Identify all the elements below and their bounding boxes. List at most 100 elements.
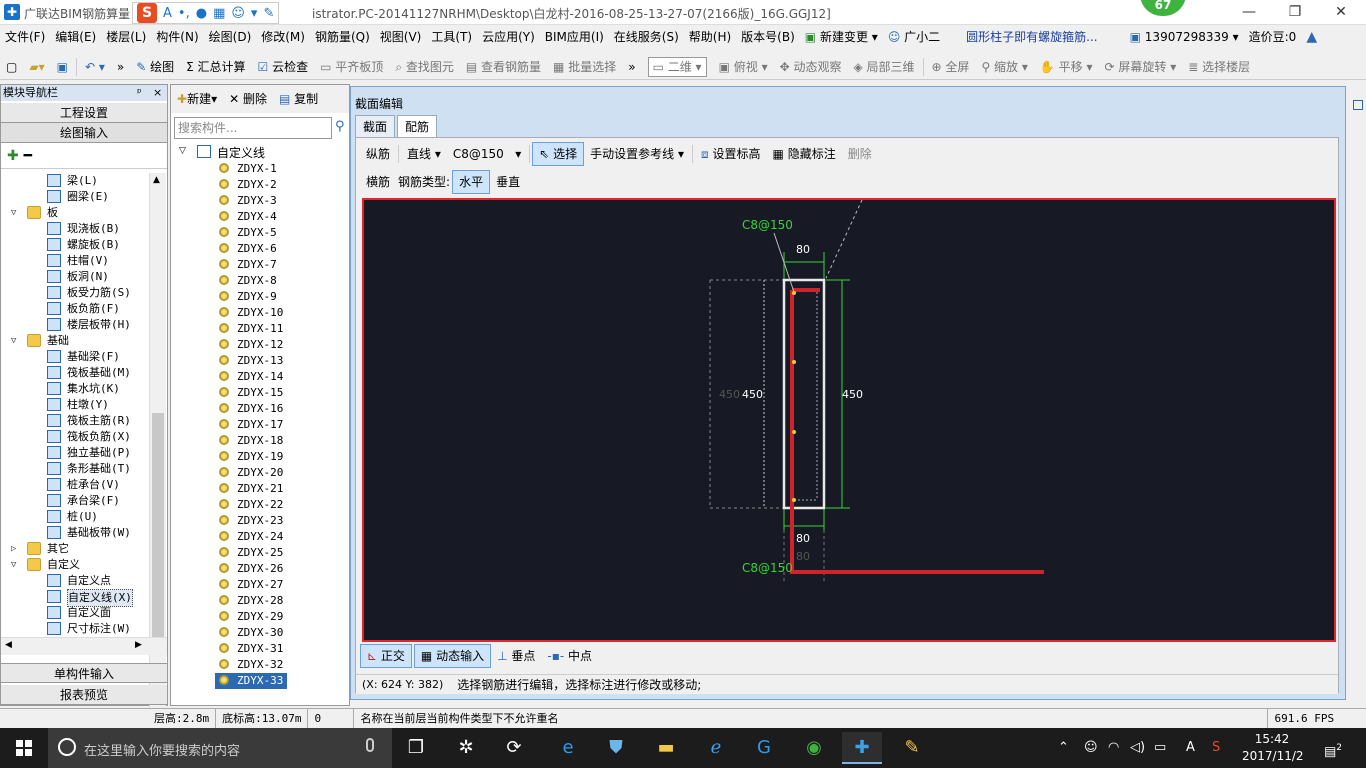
new-change-menu[interactable]: ▣ 新建变更 ▾ [800, 25, 883, 50]
restore-button[interactable]: ❐ [1272, 0, 1318, 25]
component-list-item[interactable]: ZDYX-14 [219, 369, 283, 385]
menu-item[interactable]: 在线服务(S) [609, 25, 684, 50]
menu-item[interactable]: 绘图(D) [204, 25, 257, 50]
component-root-label[interactable]: 自定义线 [217, 144, 265, 161]
component-list-item[interactable]: ZDYX-33 [215, 673, 288, 689]
single-input-button[interactable]: 单构件输入 [1, 663, 167, 683]
component-list-item[interactable]: ZDYX-27 [219, 577, 283, 593]
pin-icon[interactable]: ᵖ [137, 85, 142, 101]
right-edge-scrollbar[interactable] [1350, 86, 1366, 706]
ime-user-icon[interactable]: ☺ [231, 6, 245, 21]
file-explorer-icon[interactable]: ▬ [646, 732, 686, 764]
dynamic-view-button[interactable]: ✥ 动态观察 [774, 54, 848, 80]
tree-item[interactable]: 板负筋(F) [1, 301, 149, 317]
component-list-item[interactable]: ZDYX-11 [219, 321, 283, 337]
ime-punct-icon[interactable]: •, [178, 6, 190, 21]
component-list-item[interactable]: ZDYX-24 [219, 529, 283, 545]
app-pinwheel-icon[interactable]: ✲ [446, 732, 486, 764]
menu-item[interactable]: 构件(N) [151, 25, 203, 50]
find-element-button[interactable]: ⌕ 查找图元 [389, 54, 460, 80]
notes-app-icon[interactable]: ✎ [892, 732, 932, 764]
sogou-tray-icon[interactable]: S [1212, 728, 1220, 768]
tree-item[interactable]: 筏板负筋(X) [1, 429, 149, 445]
action-center-icon[interactable]: ▤2 [1324, 728, 1342, 768]
tree-item[interactable]: 尺寸标注(W) [1, 621, 149, 637]
tree-item[interactable]: 板洞(N) [1, 269, 149, 285]
project-settings-button[interactable]: 工程设置 [1, 103, 167, 123]
menu-item[interactable]: 云应用(Y) [477, 25, 540, 50]
dim-bottom-label[interactable]: 80 [796, 532, 810, 545]
drawing-input-button[interactable]: 绘图输入 [1, 123, 167, 143]
dim-left-label[interactable]: 450 [742, 388, 763, 401]
manual-ref-line-button[interactable]: 手动设置参考线 ▾ [584, 142, 690, 166]
component-list-item[interactable]: ZDYX-18 [219, 433, 283, 449]
component-list-item[interactable]: ZDYX-1 [219, 161, 277, 177]
ime-tool-icon[interactable]: ✎ [263, 6, 274, 21]
tree-item[interactable]: 柱墩(Y) [1, 397, 149, 413]
select-floor-button[interactable]: ≣ 选择楼层 [1182, 54, 1256, 80]
search-icon[interactable]: ⚲ [335, 119, 345, 134]
tree-item[interactable]: 集水坑(K) [1, 381, 149, 397]
horizontal-button[interactable]: 水平 [452, 170, 491, 194]
expand-icon[interactable]: ▷ [11, 541, 16, 557]
component-list-item[interactable]: ZDYX-32 [219, 657, 283, 673]
tree-item[interactable]: 梁(L) [1, 173, 149, 189]
delete-rebar-button[interactable]: 删除 [842, 142, 878, 166]
tree-item[interactable]: 柱帽(V) [1, 253, 149, 269]
minimize-button[interactable]: — [1226, 0, 1272, 25]
tree-item[interactable]: 筏板基础(M) [1, 365, 149, 381]
tree-item[interactable]: 板受力筋(S) [1, 285, 149, 301]
collapse-icon[interactable]: ▽ [11, 333, 16, 349]
ime-skin-icon[interactable]: ▾ [251, 6, 258, 21]
line-type-dropdown[interactable]: 直线 ▾ [401, 142, 447, 166]
tray-overflow-icon[interactable]: ⌃ [1058, 728, 1069, 768]
component-list-item[interactable]: ZDYX-13 [219, 353, 283, 369]
keyboard-tray-icon[interactable]: ▭ [1154, 728, 1166, 768]
tab-reinforcement[interactable]: 配筋 [397, 115, 438, 137]
component-list-item[interactable]: ZDYX-19 [219, 449, 283, 465]
ime-tray-letter[interactable]: A [1186, 728, 1195, 768]
tree-collapse-icon[interactable]: ▽ [179, 146, 186, 156]
select-button[interactable]: ⇖ 选择 [532, 142, 585, 166]
component-list-item[interactable]: ZDYX-15 [219, 385, 283, 401]
ime-keyboard-icon[interactable]: ▦ [213, 6, 225, 21]
app-swirl-icon[interactable]: ⟳ [494, 732, 534, 764]
transverse-rebar-button[interactable]: 横筋 [360, 170, 396, 194]
component-list-item[interactable]: ZDYX-22 [219, 497, 283, 513]
menu-item[interactable]: 编辑(E) [50, 25, 101, 50]
component-list-item[interactable]: ZDYX-31 [219, 641, 283, 657]
component-list-item[interactable]: ZDYX-12 [219, 337, 283, 353]
component-list-item[interactable]: ZDYX-6 [219, 241, 277, 257]
component-list-item[interactable]: ZDYX-25 [219, 545, 283, 561]
tree-item[interactable]: 楼层板带(H) [1, 317, 149, 333]
save-icon[interactable]: ▣ [51, 54, 74, 80]
tree-item[interactable]: 桩(U) [1, 509, 149, 525]
user-phone[interactable]: ▣ 13907298339 ▾ [1125, 25, 1244, 50]
sogou-icon[interactable]: S [137, 3, 157, 23]
ime-mic-icon[interactable]: ● [196, 6, 207, 21]
component-list-item[interactable]: ZDYX-16 [219, 401, 283, 417]
view-rebar-button[interactable]: ▤ 查看钢筋量 [460, 54, 547, 80]
tree-item[interactable]: 条形基础(T) [1, 461, 149, 477]
perpendicular-snap-toggle[interactable]: ⊥ 垂点 [491, 643, 541, 669]
toolbar-overflow-icon[interactable]: » [111, 54, 130, 80]
rebar-main-bar[interactable] [790, 290, 1044, 574]
rotate-screen-button[interactable]: ⟳ 屏幕旋转 ▾ [1099, 54, 1183, 80]
menu-item[interactable]: 钢筋量(Q) [310, 25, 375, 50]
component-list-item[interactable]: ZDYX-7 [219, 257, 277, 273]
longitudinal-rebar-button[interactable]: 纵筋 [360, 142, 396, 166]
vertical-button[interactable]: 垂直 [490, 170, 526, 194]
news-link[interactable]: 圆形柱子即有螺旋箍筋... [961, 25, 1102, 50]
tab-section[interactable]: 截面 [355, 115, 396, 137]
component-list-item[interactable]: ZDYX-21 [219, 481, 283, 497]
tray-people-icon[interactable]: ☺ [1084, 728, 1098, 768]
component-list-item[interactable]: ZDYX-4 [219, 209, 277, 225]
align-top-button[interactable]: ▭ 平齐板顶 [314, 54, 389, 80]
tree-item[interactable]: 承台梁(F) [1, 493, 149, 509]
ime-toolbar[interactable]: S A •, ● ▦ ☺ ▾ ✎ [132, 2, 280, 24]
dim-right-label[interactable]: 450 [842, 388, 863, 401]
zoom-button[interactable]: ⚲ 缩放 ▾ [975, 54, 1033, 80]
scroll-thumb[interactable] [152, 413, 164, 641]
component-list-item[interactable]: ZDYX-26 [219, 561, 283, 577]
midpoint-snap-toggle[interactable]: -▪- 中点 [541, 643, 598, 669]
